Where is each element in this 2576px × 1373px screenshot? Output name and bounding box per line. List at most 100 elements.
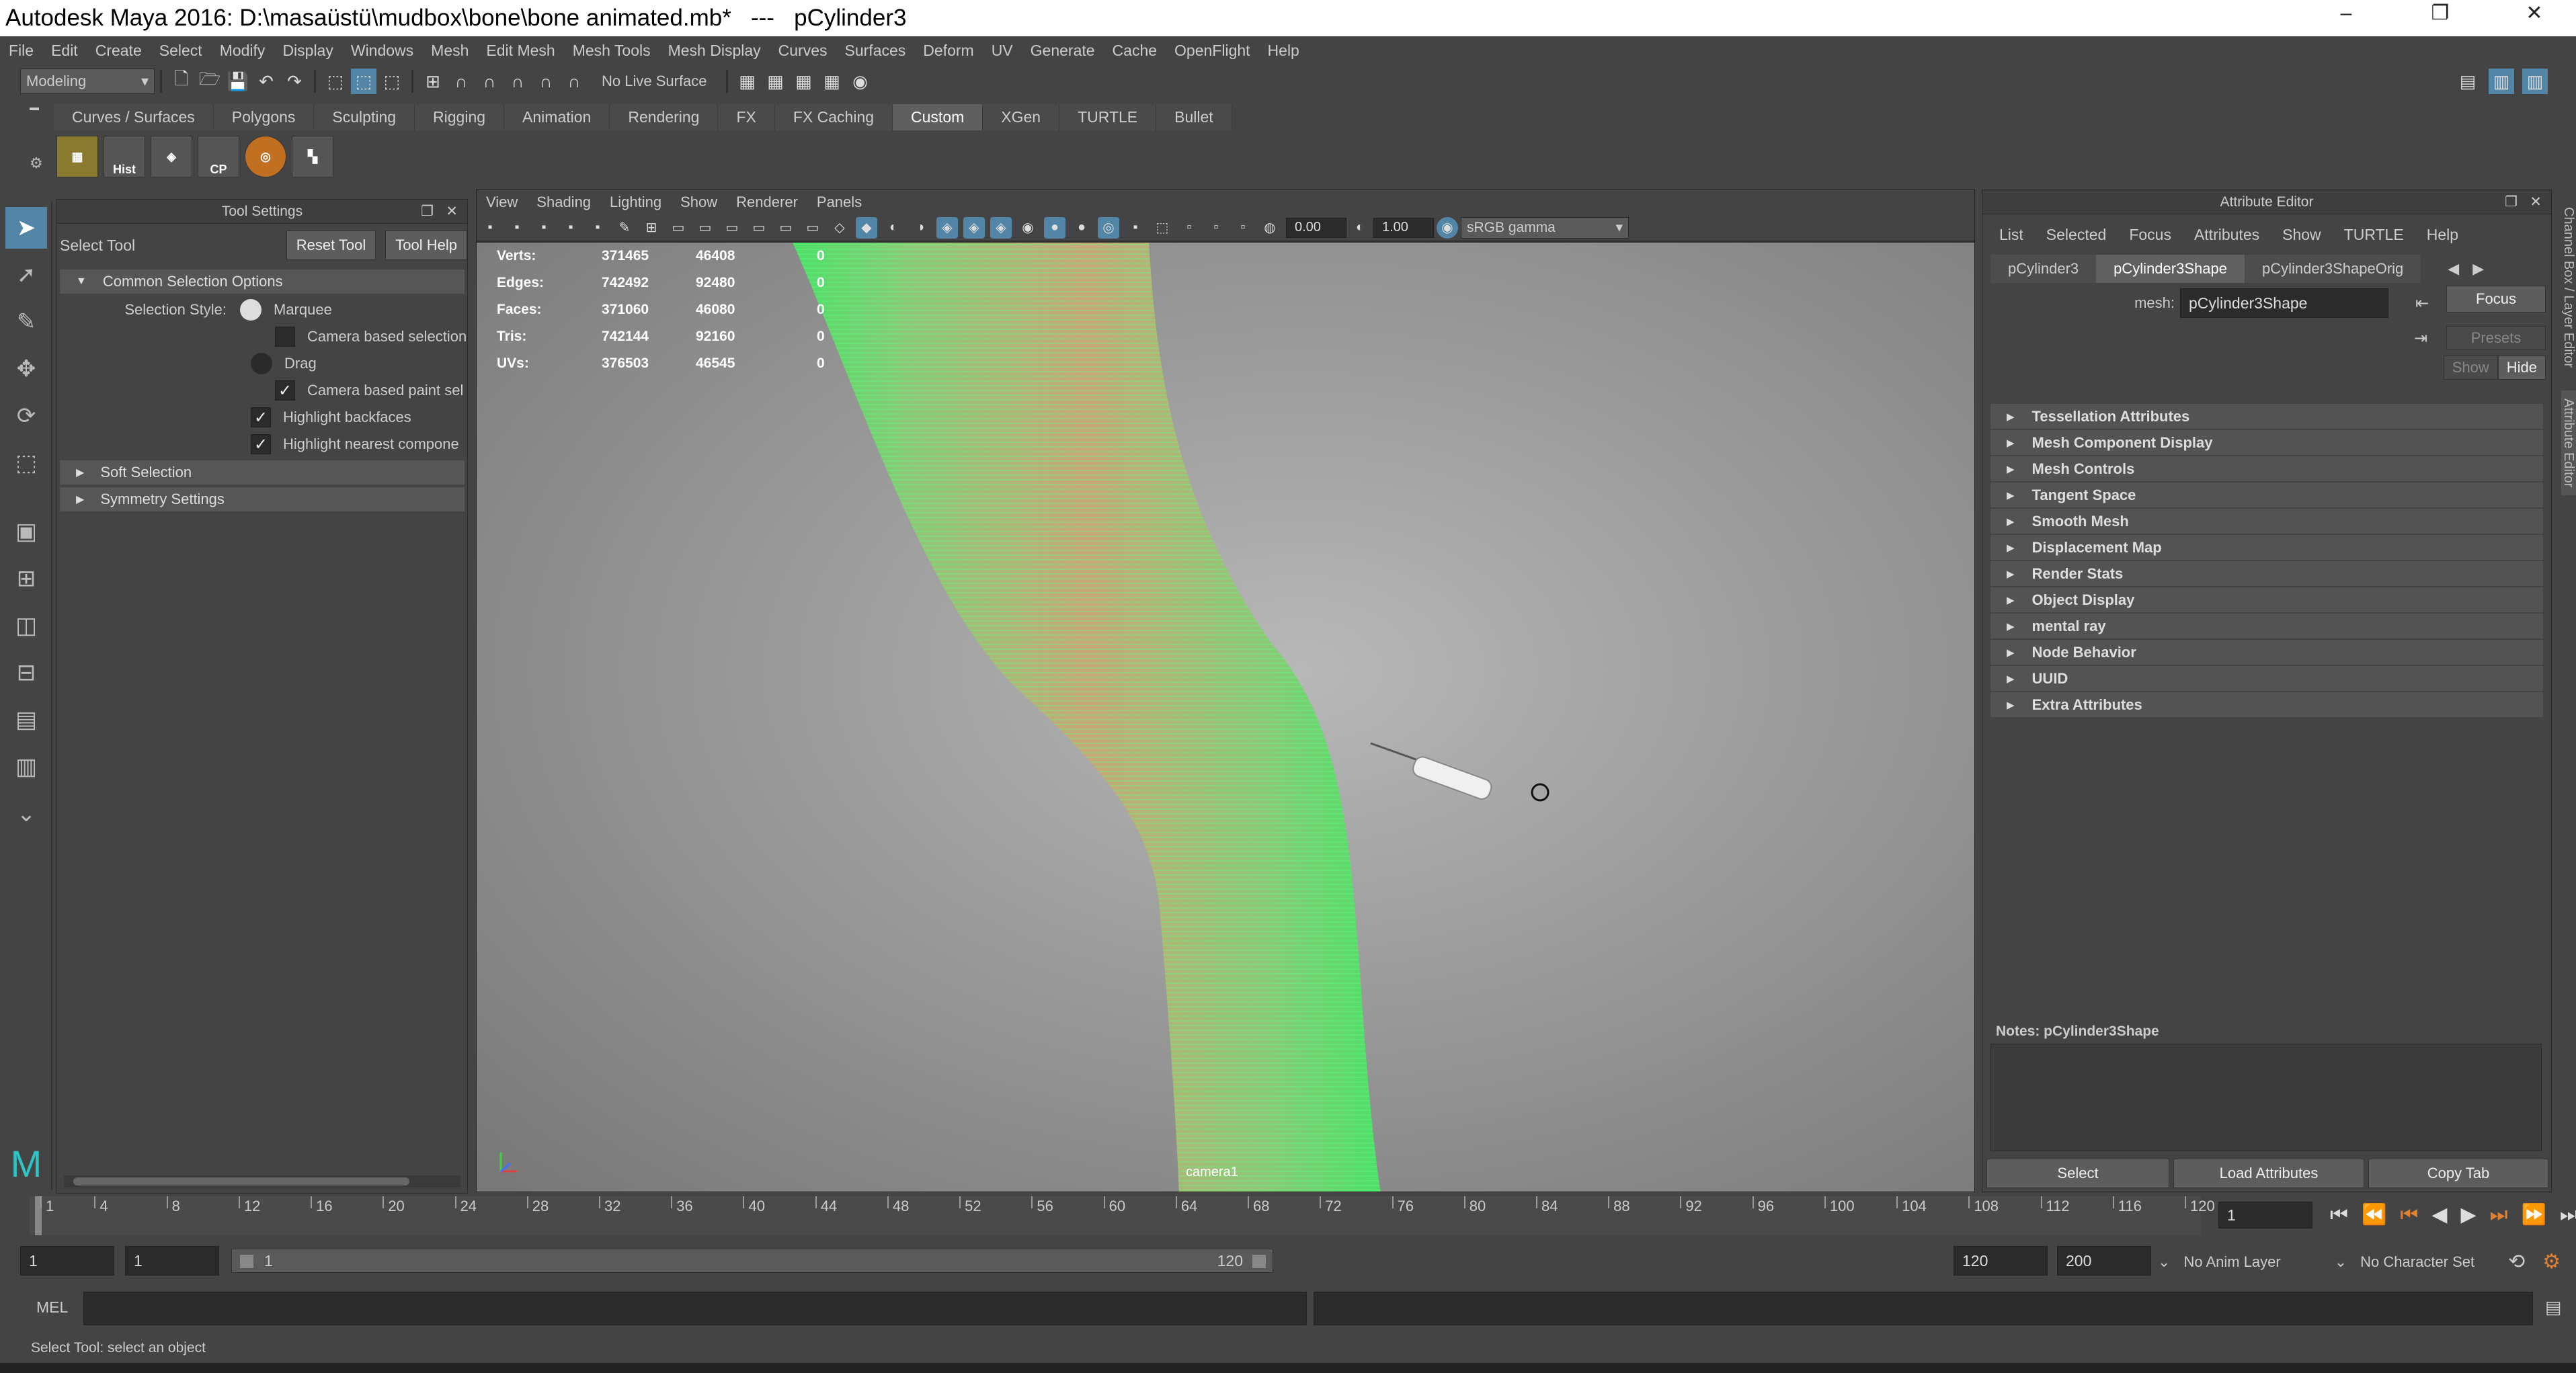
select-object-icon[interactable]: ⬚ — [351, 69, 376, 94]
horizontal-scrollbar[interactable] — [64, 1175, 460, 1188]
end-time-field[interactable]: 200 — [2057, 1246, 2151, 1276]
frame-extra-attributes[interactable]: ▶ Extra Attributes — [1990, 692, 2543, 717]
panel-icon[interactable]: ▥ — [2522, 69, 2548, 94]
go-to-end-icon[interactable]: ⏭ — [2560, 1204, 2576, 1226]
script-editor-icon[interactable]: ▤ — [2545, 1297, 2562, 1318]
tab-polygons[interactable]: Polygons — [213, 103, 315, 130]
float-icon[interactable]: ❐ — [421, 203, 434, 220]
drag-radio[interactable] — [251, 353, 272, 374]
wireframe-on-shaded-icon[interactable]: ◈ — [936, 216, 958, 239]
menu-modify[interactable]: Modify — [220, 42, 266, 60]
menu-select[interactable]: Select — [159, 42, 202, 60]
tool-help-button[interactable]: Tool Help — [385, 231, 467, 260]
snap-live-icon[interactable]: ∩ — [561, 69, 587, 94]
anim-layer-dropdown[interactable]: No Anim Layer — [2183, 1253, 2280, 1271]
frame-node-behavior[interactable]: ▶ Node Behavior — [1990, 640, 2543, 665]
auto-key-icon[interactable]: ⟲ — [2508, 1250, 2525, 1274]
menu-help[interactable]: Help — [1268, 42, 1299, 60]
shadows-icon[interactable]: ● — [1044, 216, 1065, 239]
menu-mesh-display[interactable]: Mesh Display — [668, 42, 761, 60]
menu-shading[interactable]: Shading — [536, 194, 591, 211]
ae-menu-turtle[interactable]: TURTLE — [2344, 226, 2404, 244]
menu-show[interactable]: Show — [680, 194, 717, 211]
bone-mesh[interactable] — [793, 243, 1381, 1192]
wireframe-icon[interactable]: ◇ — [829, 217, 850, 239]
tab-scroll-right-icon[interactable]: ▶ — [2472, 260, 2484, 278]
snap-view-icon[interactable]: ∩ — [505, 69, 530, 94]
menu-view[interactable]: View — [486, 194, 518, 211]
focus-button[interactable]: Focus — [2446, 286, 2546, 313]
live-surface-label[interactable]: No Live Surface — [602, 73, 707, 90]
ambient-occlusion-icon[interactable]: ● — [1071, 217, 1092, 239]
gate-mask-icon[interactable]: ▭ — [721, 217, 743, 239]
frame-tessellation[interactable]: ▶ Tessellation Attributes — [1990, 404, 2543, 429]
ae-menu-focus[interactable]: Focus — [2129, 226, 2171, 244]
step-forward-icon[interactable]: ⏩ — [2522, 1203, 2546, 1226]
play-forwards-icon[interactable]: ▶ — [2460, 1203, 2476, 1226]
shelf-gear-icon[interactable]: ⚙ — [30, 155, 43, 172]
restore-icon[interactable]: ❐ — [2413, 0, 2467, 27]
ae-menu-help[interactable]: Help — [2427, 226, 2458, 244]
snap-point-icon[interactable]: ∩ — [477, 69, 502, 94]
presets-button[interactable]: Presets — [2446, 326, 2546, 350]
tab-sculpting[interactable]: Sculpting — [314, 103, 415, 130]
marquee-radio[interactable] — [240, 299, 261, 321]
frame-selected-icon[interactable]: ▫ — [1232, 217, 1254, 239]
resolution-gate-icon[interactable]: ▭ — [694, 217, 716, 239]
highlight-backfaces-checkbox[interactable]: ✓ — [251, 407, 271, 427]
film-gate-icon[interactable]: ▭ — [668, 217, 689, 239]
symmetry-settings-section[interactable]: ▶ Symmetry Settings — [60, 487, 465, 511]
undo-icon[interactable]: ↶ — [253, 69, 279, 94]
shelf-menu-icon[interactable] — [30, 108, 39, 110]
menu-renderer[interactable]: Renderer — [736, 194, 798, 211]
ae-menu-selected[interactable]: Selected — [2046, 226, 2107, 244]
gamma-field[interactable]: 1.00 — [1373, 217, 1434, 238]
frame-mental-ray[interactable]: ▶ mental ray — [1990, 614, 2543, 638]
common-selection-section[interactable]: ▼ Common Selection Options — [60, 269, 465, 294]
render-view-icon[interactable]: ▦ — [819, 69, 845, 94]
step-forward-key-icon[interactable]: ⏭ — [2490, 1204, 2508, 1226]
hypershade-icon[interactable]: ◉ — [848, 69, 873, 94]
tab-fx-caching[interactable]: FX Caching — [774, 103, 893, 130]
close-icon[interactable]: ✕ — [2507, 0, 2561, 27]
gamma-icon[interactable]: ◐ — [1349, 217, 1371, 239]
menu-windows[interactable]: Windows — [351, 42, 413, 60]
menu-mesh[interactable]: Mesh — [431, 42, 469, 60]
lasso-tool-icon[interactable]: ➚ — [5, 254, 47, 296]
select-tool-icon[interactable]: ➤ — [5, 207, 47, 249]
menu-file[interactable]: File — [9, 42, 34, 60]
3d-scene[interactable]: Verts: 371465 46408 0 Edges: 742492 92480 0 Fa… — [477, 243, 1974, 1192]
syringe-object[interactable] — [1370, 742, 1549, 802]
tab-animation[interactable]: Animation — [504, 103, 610, 130]
paint-select-icon[interactable]: ✎ — [5, 301, 47, 343]
hypershade-layout-icon[interactable]: ▥ — [5, 746, 47, 788]
menu-lighting[interactable]: Lighting — [610, 194, 661, 211]
ipr-render-icon[interactable]: ▦ — [791, 69, 817, 94]
2d-pan-icon[interactable]: ▪ — [587, 217, 608, 239]
image-plane-icon[interactable]: ▪ — [560, 217, 581, 239]
exposure-field[interactable]: 0.00 — [1286, 217, 1346, 238]
mesh-name-field[interactable]: pCylinder3Shape — [2180, 288, 2388, 318]
snap-surface-icon[interactable]: ∩ — [533, 69, 559, 94]
menu-edit[interactable]: Edit — [51, 42, 78, 60]
tab-fx[interactable]: FX — [718, 103, 775, 130]
anti-alias-icon[interactable]: ▪ — [1125, 217, 1146, 239]
menu-mesh-tools[interactable]: Mesh Tools — [573, 42, 651, 60]
ae-menu-show[interactable]: Show — [2282, 226, 2321, 244]
current-frame-field[interactable]: 1 — [2218, 1202, 2312, 1229]
frame-tangent-space[interactable]: ▶ Tangent Space — [1990, 483, 2543, 507]
frame-uuid[interactable]: ▶ UUID — [1990, 666, 2543, 691]
menu-panels[interactable]: Panels — [817, 194, 862, 211]
close-icon[interactable]: ✕ — [2530, 194, 2542, 210]
isolate-select-icon[interactable]: ⬚ — [1152, 217, 1173, 239]
exposure-icon[interactable]: ◍ — [1259, 217, 1281, 239]
color-management-icon[interactable]: ◉ — [1437, 216, 1458, 239]
xray-joints-icon[interactable]: ◈ — [990, 216, 1012, 239]
grid-icon[interactable]: ⊞ — [641, 217, 662, 239]
collapse-icon[interactable]: ⌄ — [5, 793, 47, 835]
scrollbar-thumb[interactable] — [73, 1177, 409, 1185]
menu-deform[interactable]: Deform — [923, 42, 973, 60]
frame-all-icon[interactable]: ▫ — [1205, 217, 1227, 239]
show-button[interactable]: Show — [2443, 356, 2498, 380]
xray-icon[interactable]: ◈ — [963, 216, 985, 239]
